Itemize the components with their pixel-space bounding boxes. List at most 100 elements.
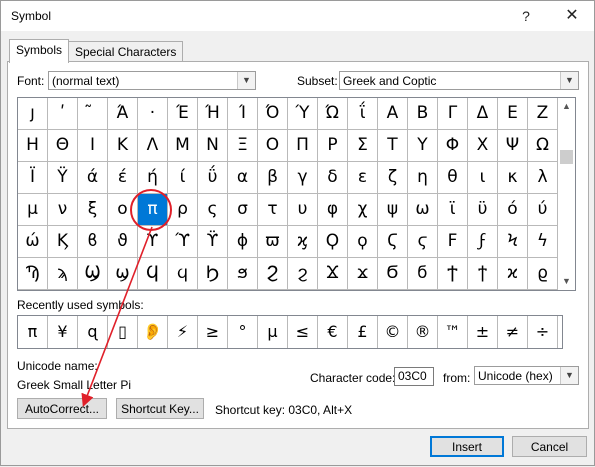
recent-symbol-cell[interactable]: ɋ bbox=[78, 316, 108, 348]
symbol-cell[interactable]: Ί bbox=[228, 98, 258, 130]
symbol-cell[interactable]: ϩ bbox=[288, 258, 318, 290]
symbol-cell[interactable]: δ bbox=[318, 162, 348, 194]
symbol-cell[interactable]: ϊ bbox=[438, 194, 468, 226]
recent-symbol-cell[interactable]: 👂 bbox=[138, 316, 168, 348]
symbol-cell[interactable]: Ϝ bbox=[438, 226, 468, 258]
symbol-cell[interactable]: σ bbox=[228, 194, 258, 226]
scroll-up-icon[interactable]: ▲ bbox=[558, 98, 575, 115]
symbol-cell[interactable]: Υ bbox=[408, 130, 438, 162]
symbol-cell[interactable]: ϭ bbox=[408, 258, 438, 290]
symbol-cell[interactable]: Ϭ bbox=[378, 258, 408, 290]
recent-symbol-cell[interactable]: ° bbox=[228, 316, 258, 348]
close-button[interactable]: ✕ bbox=[557, 5, 587, 27]
symbol-cell[interactable]: ϣ bbox=[108, 258, 138, 290]
scroll-thumb[interactable] bbox=[560, 150, 573, 164]
cancel-button[interactable]: Cancel bbox=[512, 436, 587, 457]
symbol-cell[interactable]: Κ bbox=[108, 130, 138, 162]
insert-button[interactable]: Insert bbox=[430, 436, 504, 457]
symbol-cell[interactable]: Ι bbox=[78, 130, 108, 162]
symbol-cell[interactable]: Ά bbox=[108, 98, 138, 130]
autocorrect-button[interactable]: AutoCorrect... bbox=[17, 398, 107, 419]
symbol-cell[interactable]: Ύ bbox=[288, 98, 318, 130]
symbol-cell[interactable]: ϔ bbox=[198, 226, 228, 258]
symbol-cell[interactable]: ό bbox=[498, 194, 528, 226]
symbol-cell[interactable]: μ bbox=[18, 194, 48, 226]
recent-symbol-cell[interactable]: ⚡ bbox=[168, 316, 198, 348]
symbol-cell[interactable]: Ό bbox=[258, 98, 288, 130]
symbol-cell[interactable]: ϕ bbox=[228, 226, 258, 258]
recent-symbol-cell[interactable]: € bbox=[318, 316, 348, 348]
symbol-cell[interactable]: Χ bbox=[468, 130, 498, 162]
symbol-cell[interactable]: Ε bbox=[498, 98, 528, 130]
symbol-cell[interactable]: ΰ bbox=[198, 162, 228, 194]
symbol-cell[interactable]: Ϫ bbox=[318, 258, 348, 290]
symbol-cell[interactable]: ϟ bbox=[528, 226, 558, 258]
symbol-cell[interactable]: ζ bbox=[378, 162, 408, 194]
symbol-cell[interactable]: ΐ bbox=[348, 98, 378, 130]
symbol-cell[interactable]: ω bbox=[408, 194, 438, 226]
symbol-cell[interactable]: Ή bbox=[198, 98, 228, 130]
symbol-cell[interactable]: Δ bbox=[468, 98, 498, 130]
recent-symbol-cell[interactable]: ▯ bbox=[108, 316, 138, 348]
recent-symbol-cell[interactable]: ≤ bbox=[288, 316, 318, 348]
symbol-cell[interactable]: κ bbox=[498, 162, 528, 194]
tab-symbols[interactable]: Symbols bbox=[9, 39, 70, 63]
symbol-cell[interactable]: ϐ bbox=[78, 226, 108, 258]
symbol-cell[interactable]: ς bbox=[198, 194, 228, 226]
symbol-cell[interactable]: ͂ bbox=[78, 98, 108, 130]
symbol-cell[interactable]: Ν bbox=[198, 130, 228, 162]
symbol-cell[interactable]: · bbox=[138, 98, 168, 130]
shortcut-key-button[interactable]: Shortcut Key... bbox=[116, 398, 204, 419]
recent-symbol-cell[interactable]: ™ bbox=[438, 316, 468, 348]
symbol-cell[interactable]: Ϋ bbox=[48, 162, 78, 194]
font-dropdown[interactable]: (normal text) ▼ bbox=[48, 71, 256, 90]
symbol-cell[interactable]: Ϯ bbox=[438, 258, 468, 290]
symbol-cell[interactable]: Ϩ bbox=[258, 258, 288, 290]
symbol-cell[interactable]: Ο bbox=[258, 130, 288, 162]
symbol-cell[interactable]: Ϧ bbox=[198, 258, 228, 290]
symbol-cell[interactable]: Ϣ bbox=[78, 258, 108, 290]
symbol-cell[interactable]: Ω bbox=[528, 130, 558, 162]
symbol-cell[interactable]: Ρ bbox=[318, 130, 348, 162]
recent-symbol-cell[interactable]: π bbox=[18, 316, 48, 348]
scroll-down-icon[interactable]: ▼ bbox=[558, 273, 575, 290]
symbol-cell[interactable]: Γ bbox=[438, 98, 468, 130]
recent-symbol-cell[interactable]: ≠ bbox=[498, 316, 528, 348]
symbol-cell[interactable]: τ bbox=[258, 194, 288, 226]
symbol-cell[interactable]: ά bbox=[78, 162, 108, 194]
symbol-cell[interactable]: ν bbox=[48, 194, 78, 226]
recent-symbol-cell[interactable]: ÷ bbox=[528, 316, 558, 348]
symbol-cell[interactable]: Λ bbox=[138, 130, 168, 162]
symbol-cell[interactable]: ύ bbox=[528, 194, 558, 226]
symbol-cell[interactable]: π bbox=[138, 194, 168, 226]
symbol-cell[interactable]: θ bbox=[438, 162, 468, 194]
symbol-cell[interactable]: ι bbox=[468, 162, 498, 194]
subset-dropdown[interactable]: Greek and Coptic ▼ bbox=[339, 71, 579, 90]
symbol-cell[interactable]: α bbox=[228, 162, 258, 194]
symbol-cell[interactable]: ώ bbox=[18, 226, 48, 258]
symbol-cell[interactable]: Ϛ bbox=[378, 226, 408, 258]
symbol-cell[interactable]: Η bbox=[18, 130, 48, 162]
from-dropdown[interactable]: Unicode (hex) ▼ bbox=[474, 366, 579, 385]
symbol-cell[interactable]: Σ bbox=[348, 130, 378, 162]
symbol-cell[interactable]: ή bbox=[138, 162, 168, 194]
symbol-cell[interactable]: ε bbox=[348, 162, 378, 194]
symbol-cell[interactable]: υ bbox=[288, 194, 318, 226]
symbol-cell[interactable]: ϥ bbox=[168, 258, 198, 290]
symbol-cell[interactable]: έ bbox=[108, 162, 138, 194]
symbol-cell[interactable]: ϛ bbox=[408, 226, 438, 258]
symbol-cell[interactable]: ψ bbox=[378, 194, 408, 226]
symbol-cell[interactable]: Ϥ bbox=[138, 258, 168, 290]
recent-symbol-cell[interactable]: © bbox=[378, 316, 408, 348]
symbol-cell[interactable]: λ bbox=[528, 162, 558, 194]
symbol-cell[interactable]: Ϙ bbox=[318, 226, 348, 258]
symbol-cell[interactable]: Ζ bbox=[528, 98, 558, 130]
symbol-cell[interactable]: Ψ bbox=[498, 130, 528, 162]
symbol-cell[interactable]: ί bbox=[168, 162, 198, 194]
symbol-cell[interactable]: ϖ bbox=[258, 226, 288, 258]
symbol-cell[interactable]: ȷ bbox=[18, 98, 48, 130]
symbol-cell[interactable]: ϫ bbox=[348, 258, 378, 290]
symbol-cell[interactable]: Ϡ bbox=[18, 258, 48, 290]
symbol-cell[interactable]: ϓ bbox=[168, 226, 198, 258]
symbol-cell[interactable]: Ώ bbox=[318, 98, 348, 130]
